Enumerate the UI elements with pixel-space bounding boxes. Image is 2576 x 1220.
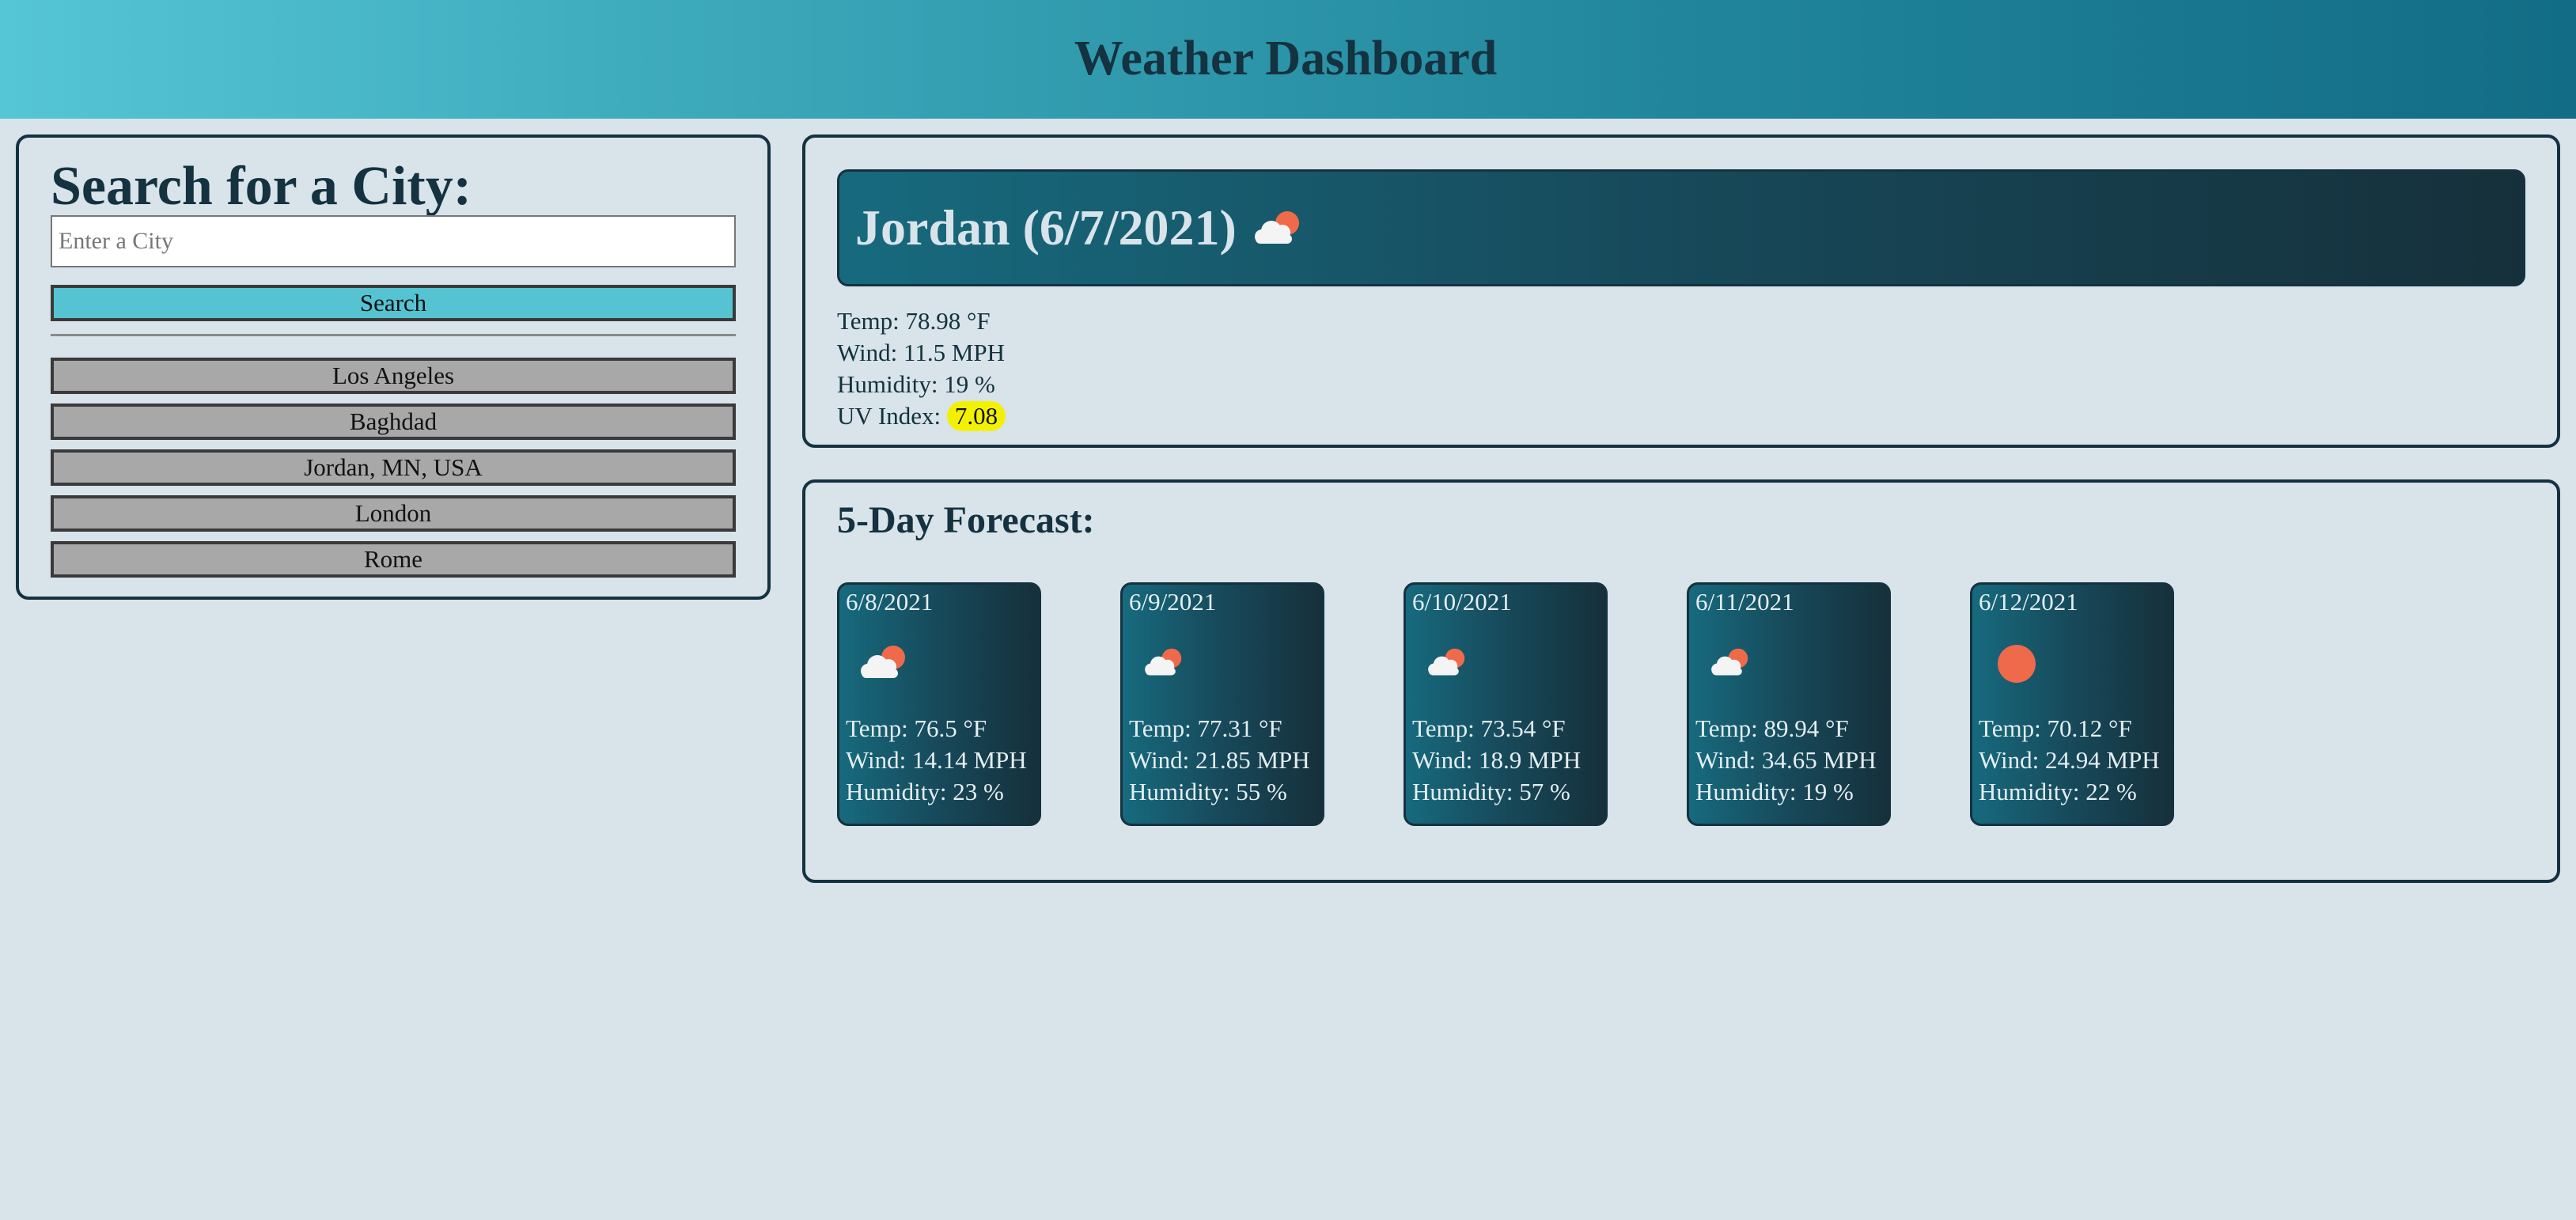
forecast-temp: Temp: 77.31 °F [1129,714,1282,742]
history-button-jordan[interactable]: Jordan, MN, USA [51,449,736,486]
current-city-title: Jordan (6/7/2021) [855,199,1237,256]
page-title: Weather Dashboard [1074,31,1498,85]
forecast-humidity: Humidity: 23 % [846,778,1004,805]
forecast-humidity: Humidity: 55 % [1129,778,1287,805]
forecast-humidity: Humidity: 22 % [1979,778,2137,805]
current-temp: Temp: 78.98 °F [837,307,991,335]
forecast-card: 6/8/2021 Temp: 76.5 °F Wind: 14.14 MPH H… [837,582,1041,826]
cloud-sun-icon [1425,645,1469,680]
cloud-sun-icon [857,642,911,683]
forecast-card: 6/11/2021 Temp: 89.94 °F Wind: 34.65 MPH… [1687,582,1891,826]
history-button-baghdad[interactable]: Baghdad [51,404,736,440]
forecast-stats: Temp: 70.12 °F Wind: 24.94 MPH Humidity:… [1979,713,2160,808]
current-weather-banner: Jordan (6/7/2021) [837,169,2525,286]
forecast-date: 6/12/2021 [1979,588,2078,616]
forecast-stats: Temp: 89.94 °F Wind: 34.65 MPH Humidity:… [1695,713,1877,808]
search-panel: Search for a City: Search Los Angeles Ba… [16,135,771,600]
forecast-date: 6/9/2021 [1129,588,1217,616]
forecast-stats: Temp: 77.31 °F Wind: 21.85 MPH Humidity:… [1129,713,1310,808]
current-humidity: Humidity: 19 % [837,370,995,398]
forecast-temp: Temp: 70.12 °F [1979,714,2132,742]
forecast-date: 6/8/2021 [846,588,934,616]
forecast-wind: Wind: 24.94 MPH [1979,746,2160,774]
sun-icon [1996,643,2037,684]
forecast-stats: Temp: 76.5 °F Wind: 14.14 MPH Humidity: … [846,713,1027,808]
forecast-stats: Temp: 73.54 °F Wind: 18.9 MPH Humidity: … [1412,713,1581,808]
cloud-sun-icon [1251,207,1305,248]
forecast-temp: Temp: 76.5 °F [846,714,987,742]
forecast-card: 6/9/2021 Temp: 77.31 °F Wind: 21.85 MPH … [1120,582,1324,826]
search-button[interactable]: Search [51,285,736,321]
app-header: Weather Dashboard [0,0,2576,119]
forecast-wind: Wind: 18.9 MPH [1412,746,1582,774]
forecast-temp: Temp: 89.94 °F [1695,714,1849,742]
cloud-sun-icon [1708,645,1752,680]
city-search-input[interactable] [51,215,736,267]
search-history-list: Los Angeles Baghdad Jordan, MN, USA Lond… [51,358,736,587]
forecast-wind: Wind: 14.14 MPH [846,746,1027,774]
history-button-los-angeles[interactable]: Los Angeles [51,358,736,394]
forecast-date: 6/11/2021 [1695,588,1794,616]
uv-label: UV Index: [837,402,941,430]
current-uv: UV Index: 7.08 [837,400,1006,432]
cloud-sun-icon [1142,645,1186,680]
forecast-card: 6/10/2021 Temp: 73.54 °F Wind: 18.9 MPH … [1404,582,1608,826]
forecast-title: 5-Day Forecast: [837,499,1095,541]
divider [51,334,736,336]
search-title: Search for a City: [51,156,472,217]
forecast-panel: 5-Day Forecast: 6/8/2021 Temp: 76.5 °F W… [802,479,2560,883]
forecast-humidity: Humidity: 19 % [1695,778,1854,805]
current-stats: Temp: 78.98 °F Wind: 11.5 MPH Humidity: … [837,305,1006,432]
forecast-temp: Temp: 73.54 °F [1412,714,1566,742]
forecast-card: 6/12/2021 Temp: 70.12 °F Wind: 24.94 MPH… [1970,582,2174,826]
uv-index-badge: 7.08 [946,401,1006,431]
current-wind: Wind: 11.5 MPH [837,339,1006,366]
history-button-rome[interactable]: Rome [51,541,736,578]
current-weather-panel: Jordan (6/7/2021) Temp: 78.98 °F Wind: 1… [802,135,2560,448]
forecast-date: 6/10/2021 [1412,588,1512,616]
history-button-london[interactable]: London [51,495,736,532]
forecast-wind: Wind: 21.85 MPH [1129,746,1310,774]
forecast-humidity: Humidity: 57 % [1412,778,1570,805]
forecast-wind: Wind: 34.65 MPH [1695,746,1877,774]
